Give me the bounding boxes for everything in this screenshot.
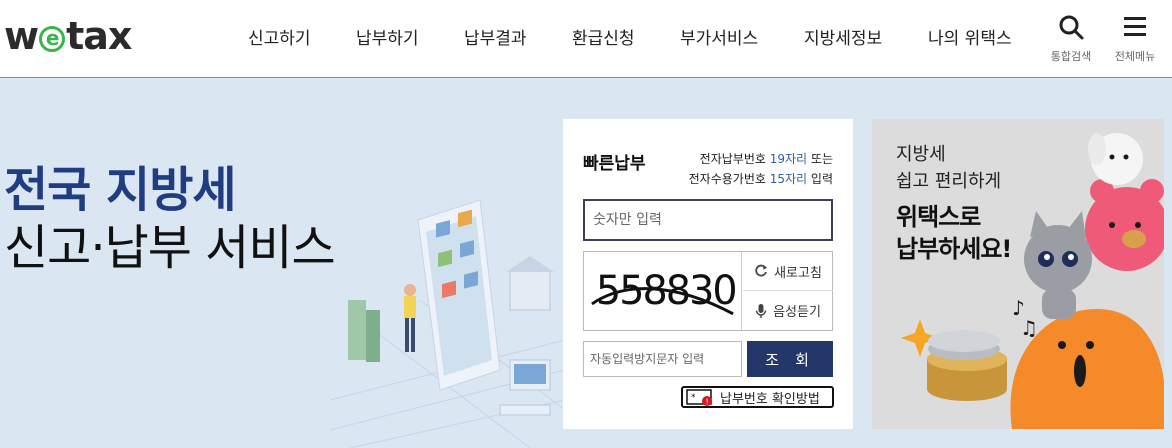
desc-line2-highlight: 15자리 [769, 172, 808, 186]
svg-text:!: ! [706, 398, 709, 407]
wetax-logo[interactable]: w e tax [4, 14, 132, 58]
microphone-icon [755, 303, 767, 318]
captcha-box: 558830 새로고침 음성듣기 [583, 251, 833, 331]
desc-line2-prefix: 전자수용가번호 [688, 172, 770, 186]
nav-pay[interactable]: 납부하기 [356, 24, 419, 49]
hero-title-line2: 신고·납부 서비스 [4, 220, 336, 276]
city-phone-illustration [330, 200, 565, 448]
desc-line1-highlight: 19자리 [769, 152, 808, 166]
info-card-icon: * ! [686, 389, 712, 407]
refresh-icon [755, 264, 768, 277]
captcha-refresh-button[interactable]: 새로고침 [743, 252, 833, 291]
site-header: w e tax 신고하기 납부하기 납부결과 환급신청 부가서비스 지방세정보 나의… [0, 0, 1172, 78]
nav-report[interactable]: 신고하기 [248, 24, 311, 49]
how-to-label: 납부번호 확인방법 [720, 391, 820, 407]
nav-pay-result[interactable]: 납부결과 [464, 24, 527, 49]
nav-local-tax-info[interactable]: 지방세정보 [804, 24, 882, 49]
promo-banner[interactable]: 지방세 쉽고 편리하게 위택스로 납부하세요! ♪ ♫ [872, 119, 1164, 429]
menu-label: 전체메뉴 [1114, 50, 1156, 63]
search-label: 통합검색 [1050, 50, 1092, 63]
captcha-answer-input[interactable] [583, 341, 742, 377]
quick-pay-description: 전자납부번호 19자리 또는 전자수용가번호 15자리 입력 [689, 149, 833, 189]
nav-refund[interactable]: 환급신청 [572, 24, 635, 49]
desc-line1-suffix: 또는 [807, 152, 833, 166]
quick-pay-title: 빠른납부 [583, 154, 646, 174]
logo-text-tax: tax [66, 14, 132, 58]
refresh-label: 새로고침 [774, 265, 822, 281]
payment-number-input[interactable] [583, 199, 833, 241]
desc-line1-prefix: 전자납부번호 [699, 152, 770, 166]
logo-text-w: w [4, 14, 39, 58]
captcha-image: 558830 [591, 252, 742, 330]
logo-e-mark: e [39, 26, 66, 52]
quick-pay-panel: 빠른납부 전자납부번호 19자리 또는 전자수용가번호 15자리 입력 5588… [563, 119, 853, 429]
mascot-illustration: ♪ ♫ [901, 133, 1164, 429]
nav-extra-services[interactable]: 부가서비스 [680, 24, 758, 49]
menu-button[interactable]: 전체메뉴 [1110, 14, 1160, 64]
captcha-audio-button[interactable]: 음성듣기 [743, 291, 833, 330]
audio-label: 음성듣기 [773, 305, 821, 320]
hamburger-icon [1124, 17, 1146, 36]
lookup-button[interactable]: 조 회 [747, 341, 833, 377]
svg-text:*: * [691, 393, 696, 403]
svg-text:♫: ♫ [1020, 316, 1038, 340]
nav-my-wetax[interactable]: 나의 위택스 [928, 24, 1012, 49]
how-to-check-number-button[interactable]: * ! 납부번호 확인방법 [681, 386, 834, 408]
search-button[interactable]: 통합검색 [1046, 14, 1096, 64]
search-icon [1059, 15, 1084, 40]
desc-line2-suffix: 입력 [807, 172, 833, 186]
